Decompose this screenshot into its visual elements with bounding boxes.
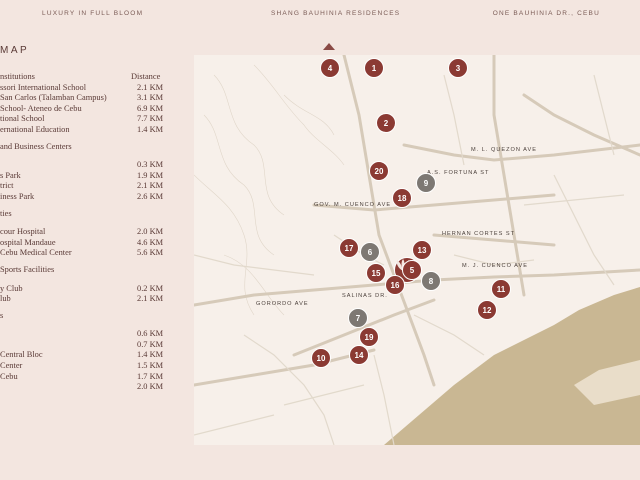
legend-item-distance: 0.6 KM <box>137 329 164 339</box>
street-label-gov-cuenco: GOV. M. CUENCO AVE <box>314 202 392 208</box>
legend-item: tional School 7.7 KM <box>0 114 175 125</box>
legend-item-distance: 7.7 KM <box>137 114 164 124</box>
section-heading-hospitals: ties <box>0 208 12 218</box>
legend-item-distance: 0.7 KM <box>137 339 164 349</box>
street-label-quezon: M. L. QUEZON AVE <box>471 147 537 153</box>
legend-item: School- Ateneo de Cebu 6.9 KM <box>0 104 175 115</box>
map-pin-20[interactable]: 20 <box>369 161 389 181</box>
legend-item-distance: 0.3 KM <box>137 160 164 170</box>
legend-item: Central Bloc 1.4 KM <box>0 350 175 361</box>
legend-item: 0.7 KM <box>0 340 175 351</box>
property-name-tab[interactable]: SHANG BAUHINIA RESIDENCES <box>271 10 400 17</box>
legend-item-distance: 2.0 KM <box>137 227 164 237</box>
map-pin-4[interactable]: 4 <box>320 58 340 78</box>
legend-item: cour Hospital 2.0 KM <box>0 227 175 238</box>
map-pin-6[interactable]: 6 <box>360 242 380 262</box>
map-pin-7[interactable]: 7 <box>348 308 368 328</box>
legend-item-distance: 1.4 KM <box>137 350 164 360</box>
map-pin-15[interactable]: 15 <box>366 263 386 283</box>
legend-item-distance: 1.7 KM <box>137 371 164 381</box>
legend-item: San Carlos (Talamban Campus) 3.1 KM <box>0 93 175 104</box>
map-pin-14[interactable]: 14 <box>349 345 369 365</box>
legend-item-distance: 2.1 KM <box>137 294 164 304</box>
distance-column-header: Distance <box>131 72 161 81</box>
legend-item-distance: 1.9 KM <box>137 170 164 180</box>
legend-item: ospital Mandaue 4.6 KM <box>0 238 175 249</box>
legend-item-distance: 5.6 KM <box>137 248 164 258</box>
legend-item: Center 1.5 KM <box>0 361 175 372</box>
map-pin-8[interactable]: 8 <box>421 271 441 291</box>
legend-item: 0.6 KM <box>0 329 175 340</box>
map-pin-18[interactable]: 18 <box>392 188 412 208</box>
map-pin-5[interactable]: 5 <box>402 260 422 280</box>
section-heading-business: and Business Centers <box>0 141 72 151</box>
legend-item: ssori International School 2.1 KM <box>0 83 175 94</box>
legend-item-distance: 2.0 KM <box>137 382 164 392</box>
legend-item: Cebu 1.7 KM <box>0 372 175 383</box>
legend-item: trict 2.1 KM <box>0 181 175 192</box>
legend-item: 0.3 KM <box>0 160 175 171</box>
active-tab-marker-icon <box>323 43 335 50</box>
address: ONE BAUHINIA DR., CEBU <box>492 10 600 17</box>
legend-item-distance: 2.6 KM <box>137 191 164 201</box>
section-heading-sports: Sports Facilities <box>0 264 55 274</box>
legend-item: ernational Education 1.4 KM <box>0 125 175 136</box>
street-label-mj-cuenco: M. J. CUENCO AVE <box>462 263 528 269</box>
map-pin-19[interactable]: 19 <box>359 327 379 347</box>
map-pin-17[interactable]: 17 <box>339 238 359 258</box>
legend-header-row: nstitutions Distance <box>0 72 175 83</box>
map-pin-1[interactable]: 1 <box>364 58 384 78</box>
legend-item-name: ssori International School <box>0 82 87 92</box>
legend-item: s Park 1.9 KM <box>0 171 175 182</box>
map-pin-16[interactable]: 16 <box>385 275 405 295</box>
location-legend: nstitutions Distance ssori International… <box>0 72 175 393</box>
page-title: MAP <box>0 45 30 56</box>
street-label-salinas: SALINAS DR. <box>342 293 388 299</box>
legend-item: lub 2.1 KM <box>0 294 175 305</box>
legend-item: 2.0 KM <box>0 382 175 393</box>
legend-item-distance: 6.9 KM <box>137 103 164 113</box>
map-pin-2[interactable]: 2 <box>376 113 396 133</box>
legend-item-name: San Carlos (Talamban Campus) <box>0 93 107 103</box>
area-map[interactable]: M. L. QUEZON AVE A.S. FORTUNA ST GOV. M.… <box>194 55 640 445</box>
map-pin-10[interactable]: 10 <box>311 348 331 368</box>
legend-item: Cebu Medical Center 5.6 KM <box>0 248 175 259</box>
street-label-gorordo: GORORDO AVE <box>256 301 309 307</box>
legend-item-distance: 2.1 KM <box>137 181 164 191</box>
legend-item-name: Center <box>0 361 23 371</box>
map-pin-9[interactable]: 9 <box>416 173 436 193</box>
legend-item-name: lub <box>0 294 11 304</box>
map-pin-11[interactable]: 11 <box>491 279 511 299</box>
legend-item-name: Central Bloc <box>0 350 43 360</box>
legend-item-name: ospital Mandaue <box>0 237 56 247</box>
legend-item: y Club 0.2 KM <box>0 284 175 295</box>
section-heading-schools: nstitutions <box>0 72 35 81</box>
legend-item-name: ernational Education <box>0 124 70 134</box>
legend-item-name: cour Hospital <box>0 227 46 237</box>
map-pin-13[interactable]: 13 <box>412 240 432 260</box>
legend-item-name: tional School <box>0 114 45 124</box>
legend-item-distance: 3.1 KM <box>137 93 164 103</box>
street-label-fortuna: A.S. FORTUNA ST <box>427 170 490 176</box>
legend-item-distance: 2.1 KM <box>137 82 164 92</box>
section-heading-retail: s <box>0 310 4 320</box>
legend-item-distance: 1.4 KM <box>137 124 164 134</box>
legend-item-name: trict <box>0 181 14 191</box>
legend-item-name: iness Park <box>0 191 35 201</box>
legend-item-distance: 1.5 KM <box>137 361 164 371</box>
tagline: LUXURY IN FULL BLOOM <box>42 10 144 17</box>
top-bar: LUXURY IN FULL BLOOM SHANG BAUHINIA RESI… <box>0 0 640 30</box>
street-label-cortes: HERNAN CORTES ST <box>442 231 516 237</box>
map-pin-12[interactable]: 12 <box>477 300 497 320</box>
map-pin-3[interactable]: 3 <box>448 58 468 78</box>
legend-item-name: Cebu <box>0 371 18 381</box>
legend-item-name: Cebu Medical Center <box>0 248 72 258</box>
legend-item-distance: 0.2 KM <box>137 283 164 293</box>
legend-item-distance: 4.6 KM <box>137 237 164 247</box>
legend-item-name: y Club <box>0 283 23 293</box>
legend-item-name: School- Ateneo de Cebu <box>0 103 82 113</box>
legend-item: iness Park 2.6 KM <box>0 192 175 203</box>
legend-item-name: s Park <box>0 170 21 180</box>
